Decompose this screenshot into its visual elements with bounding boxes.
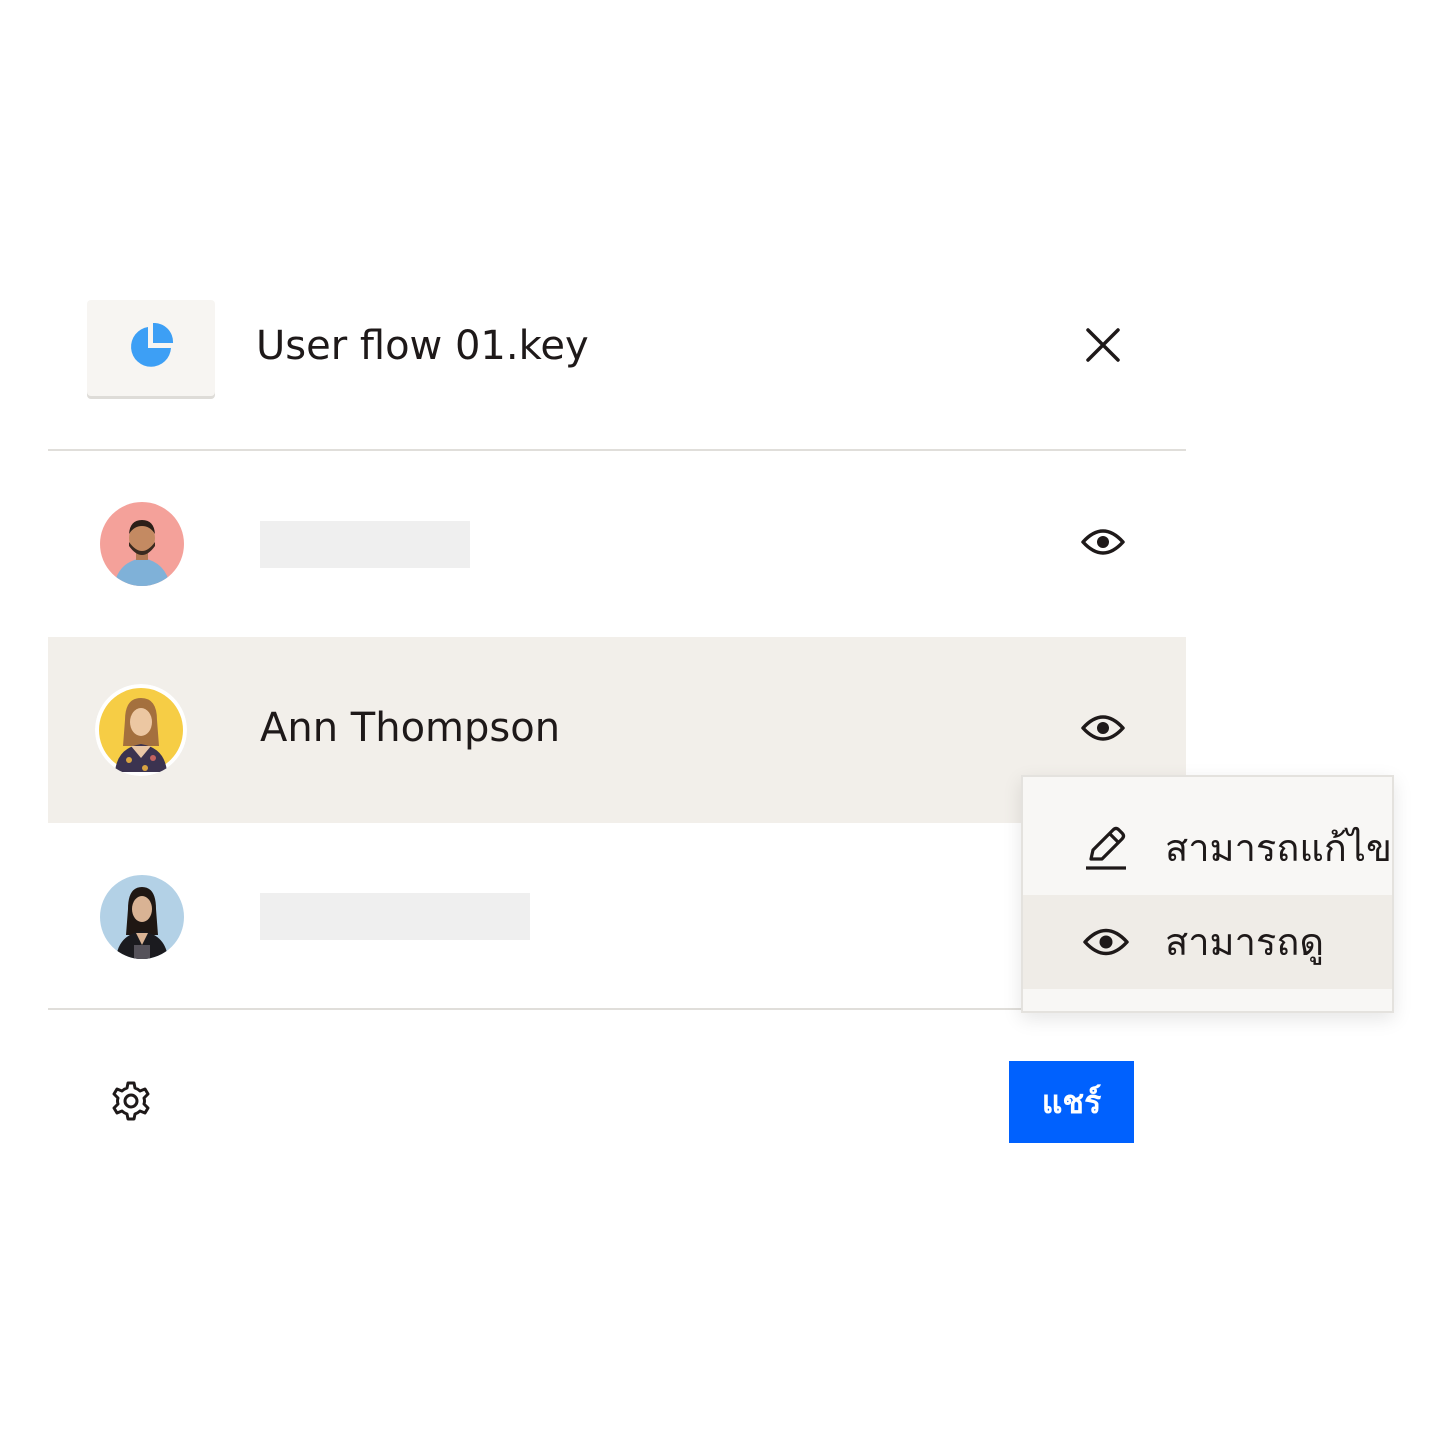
- menu-item-can-edit[interactable]: สามารถแก้ไข: [1023, 801, 1392, 895]
- footer-divider: [48, 1008, 1023, 1010]
- permission-menu: สามารถแก้ไข สามารถดู: [1021, 775, 1394, 1013]
- pencil-icon: [1081, 823, 1131, 873]
- member-row[interactable]: [48, 451, 1186, 637]
- eye-icon: [1081, 917, 1131, 967]
- member-name-placeholder: [260, 893, 530, 940]
- member-row[interactable]: [48, 823, 1186, 1009]
- eye-icon: [1080, 526, 1126, 562]
- file-name: User flow 01.key: [256, 323, 589, 369]
- permission-button[interactable]: [1078, 705, 1128, 755]
- eye-icon: [1080, 712, 1126, 748]
- member-name-placeholder: [260, 521, 470, 568]
- menu-item-label: สามารถแก้ไข: [1165, 826, 1392, 870]
- avatar: [100, 502, 184, 586]
- permission-button[interactable]: [1078, 519, 1128, 569]
- member-name: Ann Thompson: [260, 705, 561, 751]
- gear-icon: [110, 1080, 152, 1126]
- avatar: [95, 684, 187, 776]
- menu-item-label: สามารถดู: [1165, 920, 1325, 964]
- settings-button[interactable]: [106, 1078, 156, 1128]
- file-thumbnail: [87, 300, 215, 396]
- pie-chart-icon: [127, 322, 175, 373]
- menu-item-can-view[interactable]: สามารถดู: [1023, 895, 1392, 989]
- member-row-ann-thompson[interactable]: Ann Thompson: [48, 637, 1186, 823]
- close-button[interactable]: [1078, 322, 1128, 372]
- close-icon: [1086, 328, 1120, 366]
- share-button[interactable]: แชร์: [1009, 1061, 1134, 1143]
- avatar: [100, 875, 184, 959]
